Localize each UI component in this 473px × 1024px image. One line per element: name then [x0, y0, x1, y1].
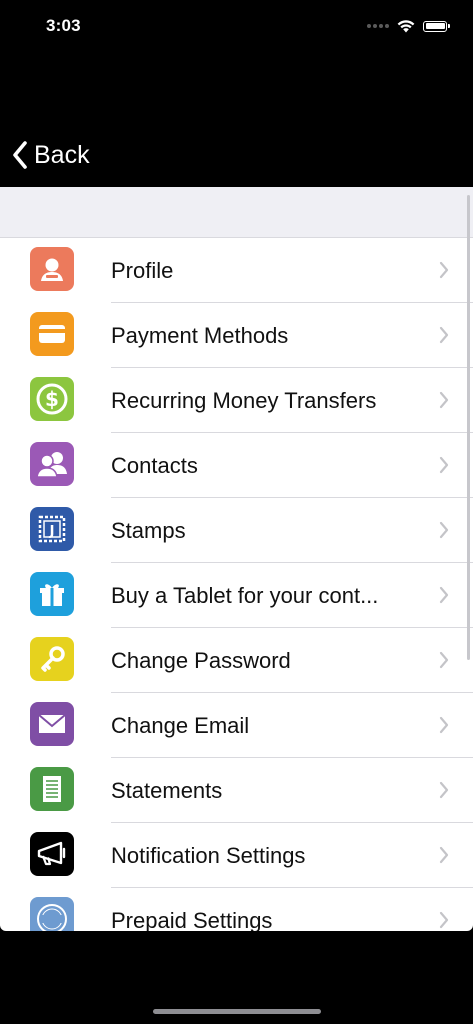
status-bar: 3:03 — [0, 0, 473, 54]
chevron-right-icon — [439, 586, 449, 604]
menu-item-profile[interactable]: Profile — [0, 238, 473, 303]
status-time: 3:03 — [46, 16, 81, 35]
back-label: Back — [34, 140, 90, 169]
settings-list[interactable]: Profile Payment Methods $ Recurring Mone… — [0, 187, 473, 931]
card-icon — [30, 312, 74, 356]
profile-icon — [30, 247, 74, 291]
menu-item-change-password[interactable]: Change Password — [0, 628, 473, 693]
menu-item-buy-tablet[interactable]: Buy a Tablet for your cont... — [0, 563, 473, 628]
chevron-right-icon — [439, 456, 449, 474]
menu-item-recurring-money-transfers[interactable]: $ Recurring Money Transfers — [0, 368, 473, 433]
chevron-left-icon — [13, 141, 27, 169]
menu-item-contacts[interactable]: Contacts — [0, 433, 473, 498]
contacts-icon — [30, 442, 74, 486]
cellular-signal-icon — [367, 24, 389, 28]
menu-item-label: Prepaid Settings — [111, 908, 273, 931]
scroll-indicator[interactable] — [467, 195, 470, 660]
menu-item-prepaid-settings[interactable]: Prepaid Settings — [0, 888, 473, 931]
chevron-right-icon — [439, 781, 449, 799]
menu-item-label: Notification Settings — [111, 843, 306, 868]
section-header — [0, 187, 473, 238]
paid-stamp-icon — [30, 897, 74, 931]
chevron-right-icon — [439, 846, 449, 864]
battery-icon — [423, 20, 450, 32]
menu-item-label: Buy a Tablet for your cont... — [111, 583, 379, 608]
menu-item-label: Stamps — [111, 518, 186, 543]
menu-item-label: Statements — [111, 778, 223, 803]
chevron-right-icon — [439, 716, 449, 734]
navigation-bar: Back — [0, 130, 473, 186]
menu-item-payment-methods[interactable]: Payment Methods — [0, 303, 473, 368]
chevron-right-icon — [439, 261, 449, 279]
menu-item-label: Change Email — [111, 713, 250, 738]
menu-item-label: Contacts — [111, 453, 198, 478]
megaphone-icon — [30, 832, 74, 876]
menu-item-stamps[interactable]: J Stamps — [0, 498, 473, 563]
menu-item-notification-settings[interactable]: Notification Settings — [0, 823, 473, 888]
wifi-icon — [397, 20, 415, 33]
menu-item-label: Profile — [111, 258, 174, 283]
chevron-right-icon — [439, 326, 449, 344]
status-indicators — [367, 16, 450, 36]
document-icon — [30, 767, 74, 811]
menu-item-label: Change Password — [111, 648, 291, 673]
chevron-right-icon — [439, 391, 449, 409]
envelope-icon — [30, 702, 74, 746]
chevron-right-icon — [439, 521, 449, 539]
menu-item-label: Payment Methods — [111, 323, 289, 348]
svg-text:$: $ — [45, 387, 59, 411]
gift-icon — [30, 572, 74, 616]
svg-text:J: J — [49, 524, 55, 539]
stamp-icon: J — [30, 507, 74, 551]
menu-item-label: Recurring Money Transfers — [111, 388, 377, 413]
key-icon — [30, 637, 74, 681]
home-indicator[interactable] — [153, 1009, 321, 1014]
menu-item-statements[interactable]: Statements — [0, 758, 473, 823]
back-button[interactable]: Back — [12, 138, 90, 172]
chevron-right-icon — [439, 651, 449, 669]
menu-item-change-email[interactable]: Change Email — [0, 693, 473, 758]
chevron-right-icon — [439, 911, 449, 929]
dollar-icon: $ — [30, 377, 74, 421]
